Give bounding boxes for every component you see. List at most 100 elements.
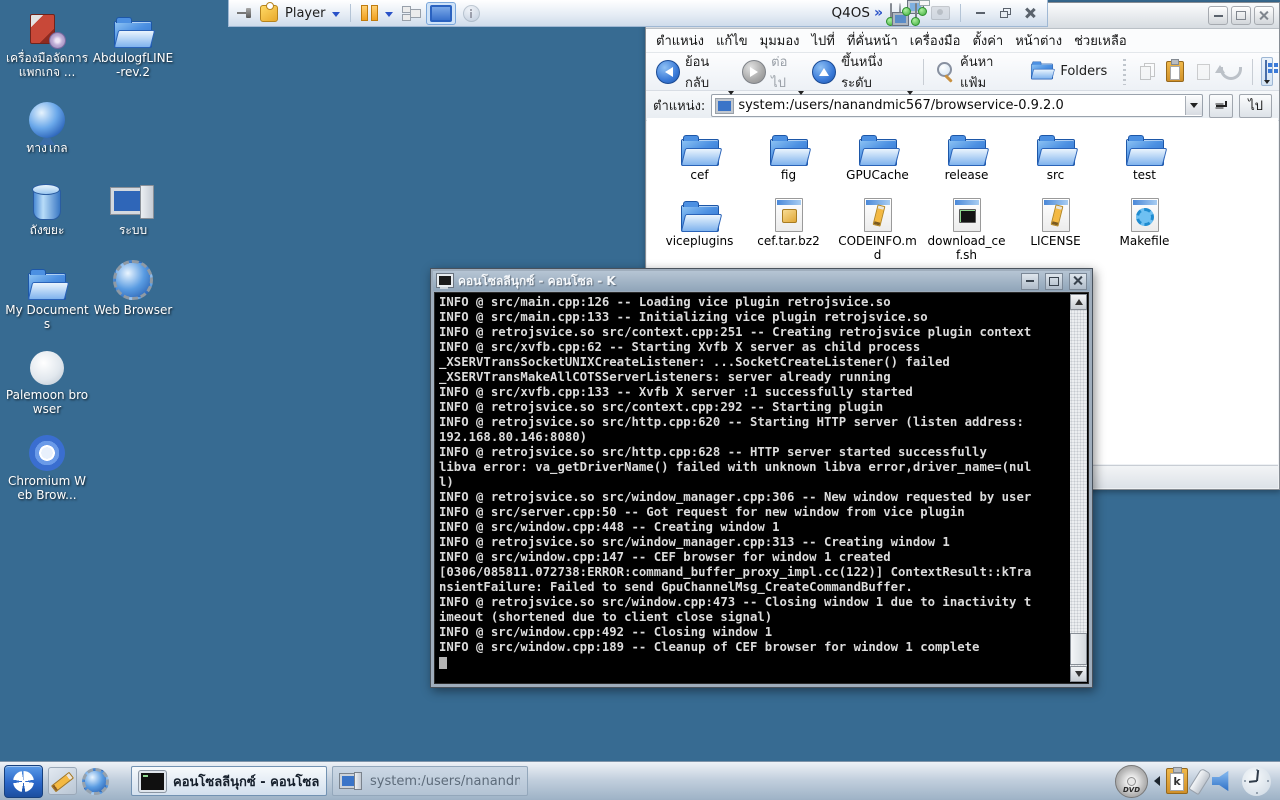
harddrive-icon[interactable] (890, 4, 892, 23)
desktop-icon[interactable]: My Documents (4, 256, 90, 341)
brand-label: Q4OS (832, 5, 870, 21)
fullscreen-button[interactable] (426, 2, 456, 25)
window-title: คอนโซลลีนุกซ์ - คอนโซล - K (458, 272, 1015, 291)
desktop-icon[interactable]: Palemoon browser (4, 341, 90, 427)
file-item[interactable]: fig (744, 124, 833, 190)
location-dropdown-button[interactable] (1185, 96, 1202, 115)
file-item[interactable]: src (1011, 124, 1100, 190)
print-button[interactable] (1190, 59, 1216, 85)
forward-button[interactable]: ต่อไป (738, 48, 806, 96)
maximize-icon[interactable] (1231, 6, 1251, 25)
file-icon (953, 198, 981, 232)
desktop-icon-label: ถังขยะ (30, 223, 65, 237)
scroll-down-icon[interactable] (1070, 666, 1087, 682)
scrollbar[interactable] (1070, 294, 1087, 682)
task-console[interactable]: คอนโซลลีนุกซ์ - คอนโซล - K (131, 766, 327, 796)
terminal-icon (139, 771, 166, 792)
tray-collapse-arrow-icon[interactable] (1154, 776, 1160, 786)
file-icon (681, 205, 719, 232)
close-icon[interactable] (1069, 273, 1087, 290)
folders-button[interactable]: Folders (1025, 56, 1115, 88)
file-name: fig (781, 169, 796, 183)
desktop-icon-label: AbdulogfLINE-rev.2 (91, 51, 175, 80)
file-name: test (1133, 169, 1156, 183)
desktop-icon[interactable]: AbdulogfLINE-rev.2 (90, 4, 176, 94)
minimize-icon[interactable] (1208, 6, 1228, 25)
pin-icon[interactable] (237, 6, 253, 20)
printer-icon[interactable] (915, 4, 917, 23)
file-item[interactable]: CODEINFO.md (833, 190, 922, 278)
desktop-icon[interactable]: ทางไกล (4, 94, 90, 176)
desktop-icon[interactable]: ระบบ (90, 176, 176, 256)
scrollbar-thumb[interactable] (1070, 633, 1087, 665)
terminal-line: INFO @ src/xvfb.cpp:133 -- Xvfb X server… (439, 385, 1067, 400)
chevron-down-icon (907, 91, 913, 95)
task-file-manager[interactable]: system:/users/nanandmic56 (332, 766, 528, 796)
desktop-icon[interactable]: Web Browser (90, 256, 176, 341)
separator (350, 4, 351, 22)
terminal-line: INFO @ retrojsvice.so src/context.cpp:25… (439, 325, 1067, 340)
desktop-icon[interactable]: ถังขยะ (4, 176, 90, 256)
system-icon (716, 99, 733, 113)
terminal-area[interactable]: INFO @ src/main.cpp:126 -- Loading vice … (434, 292, 1089, 684)
back-button[interactable]: ย้อนกลับ (652, 48, 736, 96)
location-input[interactable]: system:/users/nanandmic567/browservice-0… (711, 94, 1203, 117)
start-menu-button[interactable] (4, 765, 43, 798)
player-menu[interactable]: Player (285, 6, 325, 21)
minimize-icon[interactable] (971, 5, 989, 21)
volume-icon[interactable] (1212, 770, 1236, 792)
chevron-down-icon[interactable] (385, 12, 393, 17)
file-item[interactable]: viceplugins (655, 190, 744, 278)
file-icon (1126, 139, 1164, 166)
terminal-line: INFO @ retrojsvice.so src/context.cpp:29… (439, 400, 1067, 415)
menu-item[interactable]: ช่วยเหลือ (1072, 28, 1137, 53)
file-item[interactable]: test (1100, 124, 1189, 190)
document-icon (1197, 64, 1210, 80)
undo-button[interactable] (1218, 59, 1244, 85)
file-item[interactable]: GPUCache (833, 124, 922, 190)
file-icon (859, 139, 897, 166)
klipper-icon[interactable]: k (1166, 768, 1188, 794)
q4os-logo-icon (13, 771, 34, 792)
file-item[interactable]: LICENSE (1011, 190, 1100, 278)
file-item[interactable]: cef.tar.bz2 (744, 190, 833, 278)
maximize-icon[interactable] (1045, 273, 1063, 290)
desktop-icon[interactable]: Chromium Web Brow... (4, 427, 90, 507)
file-item[interactable]: release (922, 124, 1011, 190)
terminal-line: INFO @ src/window.cpp:147 -- CEF browser… (439, 550, 1067, 565)
file-item[interactable]: download_cef.sh (922, 190, 1011, 278)
dvd-icon[interactable]: DVD (1115, 765, 1148, 798)
desktop-edit-icon[interactable] (48, 767, 77, 795)
chevron-down-icon[interactable] (332, 12, 340, 17)
close-icon[interactable] (1021, 5, 1039, 21)
desktop-icon-label: Palemoon browser (5, 388, 89, 417)
plugin-icon[interactable] (260, 5, 278, 22)
file-item[interactable]: Makefile (1100, 190, 1189, 278)
info-icon[interactable] (463, 5, 480, 22)
clear-location-button[interactable] (1209, 94, 1233, 118)
pause-icon[interactable] (361, 5, 378, 21)
paste-button[interactable] (1162, 59, 1188, 85)
desktop-icon[interactable]: เครื่องมือจัดการแพกเกจ ... (4, 4, 90, 94)
copy-button[interactable] (1134, 59, 1160, 85)
minimize-icon[interactable] (1021, 273, 1039, 290)
desktop-icon-glyph (113, 260, 153, 300)
scroll-up-icon[interactable] (1070, 294, 1087, 310)
window-layout-icon[interactable] (400, 6, 419, 21)
undo-icon (1220, 67, 1242, 80)
go-button[interactable]: ไป (1239, 94, 1272, 118)
terminal-line: INFO @ retrojsvice.so src/window_manager… (439, 490, 1067, 505)
restore-icon[interactable] (996, 5, 1014, 21)
desktop-icon-glyph (28, 273, 66, 300)
desktop-icon-glyph (111, 184, 155, 220)
file-item[interactable]: cef (655, 124, 744, 190)
clock[interactable] (1242, 767, 1271, 796)
tool-icon[interactable] (1188, 767, 1211, 795)
konqueror-icon[interactable] (82, 768, 109, 795)
up-button[interactable]: ขึ้นหนึ่งระดับ (808, 48, 914, 96)
file-name: src (1047, 169, 1065, 183)
close-icon[interactable] (1254, 6, 1274, 25)
view-mode-button[interactable] (1261, 57, 1273, 86)
find-files-button[interactable]: ค้นหาแฟ้ม (932, 48, 1024, 96)
console-titlebar[interactable]: คอนโซลลีนุกซ์ - คอนโซล - K (433, 271, 1090, 291)
